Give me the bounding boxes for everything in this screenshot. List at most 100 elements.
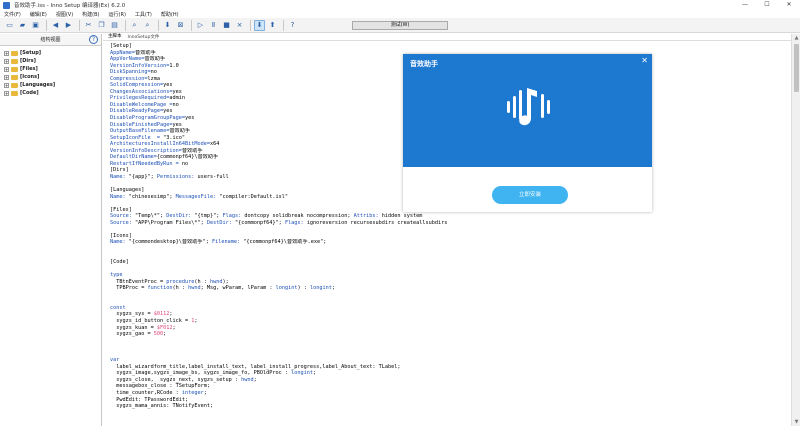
redo-icon[interactable]: ▶ <box>63 20 74 31</box>
close-icon[interactable]: ✕ <box>641 56 648 65</box>
toolbar-separator <box>158 19 159 31</box>
menu-view[interactable]: 视图(V) <box>56 11 73 18</box>
menu-edit[interactable]: 编辑(E) <box>30 11 47 18</box>
code-token: hidden system <box>381 213 423 220</box>
code-token: Compression= <box>110 75 148 82</box>
code-line[interactable]: sygzs_mama_annis: TNotifyEvent; <box>110 403 786 410</box>
code-token: sygzs_gao = <box>110 331 154 338</box>
code-token: ; <box>203 389 207 396</box>
code-token: "Temp\*"; <box>135 213 167 220</box>
code-token: $F012 <box>156 324 173 331</box>
terminate-icon[interactable]: ⨯ <box>234 20 245 31</box>
cut-icon[interactable]: ✂ <box>83 20 94 31</box>
code-token: no <box>172 101 179 108</box>
code-token: $0112 <box>153 311 170 318</box>
question-icon[interactable]: ? <box>89 35 98 44</box>
copy-icon[interactable]: ❐ <box>96 20 107 31</box>
vertical-scrollbar[interactable]: ▲ ▼ <box>791 34 800 426</box>
menu-run[interactable]: 运行(R) <box>109 11 126 18</box>
code-token: Name: <box>110 173 129 180</box>
pause-icon[interactable]: Ⅱ <box>208 20 219 31</box>
stop-compile-icon[interactable]: ⊠ <box>175 20 186 31</box>
stop-icon[interactable]: ■ <box>221 20 232 31</box>
code-token: sygzs_image,sygzs_image_bs, sygzs_image_… <box>110 370 292 377</box>
scroll-up-icon[interactable]: ▲ <box>792 34 800 42</box>
expand-icon[interactable]: + <box>4 74 9 80</box>
paste-icon[interactable]: ▤ <box>109 20 120 31</box>
undo-icon[interactable]: ◀ <box>50 20 61 31</box>
code-token: "{commondesktop}\音效助手"; <box>128 239 212 246</box>
tree-item-label: [Icons] <box>20 74 40 80</box>
code-token: sygzs_mama_annis: TNotifyEvent; <box>110 403 214 410</box>
window-controls: — ☐ ✕ <box>734 0 800 10</box>
close-window-button[interactable]: ✕ <box>778 0 800 10</box>
scroll-down-icon[interactable]: ▼ <box>792 418 800 426</box>
code-token: Flags: <box>284 219 307 226</box>
code-token: DisableWelcomePage = <box>110 101 173 108</box>
code-token: ArchitecturesInstallIn64BitMode= <box>110 141 210 148</box>
expand-icon[interactable]: + <box>4 58 9 64</box>
tree-item-files[interactable]: + [Files] <box>4 65 101 73</box>
code-token: DiskSpanning= <box>110 69 151 76</box>
expand-icon[interactable]: + <box>4 82 9 88</box>
compile-icon[interactable]: ⬇ <box>162 20 173 31</box>
tree-item-icons[interactable]: + [Icons] <box>4 73 101 81</box>
tree-item-code[interactable]: + [Code] <box>4 89 101 97</box>
code-token: 500 <box>153 331 164 338</box>
expand-icon[interactable]: + <box>4 66 9 72</box>
code-token: "chinesesimp"; <box>128 193 176 200</box>
menu-tools[interactable]: 工具(T) <box>135 11 152 18</box>
install-now-button[interactable]: 立即安装 <box>492 186 568 204</box>
title-bar: 音效助手.iss - Inno Setup 编译器(Ex) 6.2.0 — ☐ … <box>0 0 800 10</box>
replace-icon[interactable]: ⌕ <box>142 20 153 31</box>
minimize-button[interactable]: — <box>734 0 756 10</box>
wizard-icon[interactable]: ⬇ <box>254 19 265 31</box>
code-token: (h : <box>194 278 210 285</box>
code-token: [Icons] <box>110 232 132 239</box>
run-icon[interactable]: ▷ <box>195 20 206 31</box>
toolbar: ▭ ▰ ▣ ◀ ▶ ✂ ❐ ▤ ⌕ ⌕ ⬇ ⊠ ▷ Ⅱ ■ ⨯ ⬇ ⬆ ? 测试… <box>0 18 800 33</box>
scrollbar-thumb[interactable] <box>794 44 799 92</box>
tree-item-dirs[interactable]: + [Dirs] <box>4 57 101 65</box>
code-token: "{commonpf64}\音效助手.exe"; <box>243 239 327 246</box>
tab-main-script[interactable]: 主脚本 <box>105 33 125 40</box>
code-token: ; <box>172 324 176 331</box>
code-token: var <box>110 357 120 364</box>
music-note-icon <box>507 88 550 126</box>
code-token: yes <box>184 115 195 122</box>
menu-build[interactable]: 构建(B) <box>82 11 99 18</box>
expand-icon[interactable]: + <box>4 90 9 96</box>
tree-item-label: [Files] <box>20 66 38 72</box>
save-icon[interactable]: ▣ <box>30 20 41 31</box>
code-token: 音效助手 <box>135 49 156 56</box>
code-token: Source: <box>110 219 135 226</box>
test-button[interactable]: 测试(W) <box>352 21 448 30</box>
code-token: yes <box>172 88 182 95</box>
new-file-icon[interactable]: ▭ <box>4 20 15 31</box>
tree-item-setup[interactable]: + [Setup] <box>4 49 101 57</box>
code-token: procedure <box>166 278 195 285</box>
tree-item-languages[interactable]: + [Languages] <box>4 81 101 89</box>
code-token: time_counter,RCode : <box>110 389 182 396</box>
tab-innosetup-file[interactable]: InnoSetup文件 <box>125 34 163 40</box>
find-icon[interactable]: ⌕ <box>129 20 140 31</box>
tree-item-label: [Dirs] <box>20 58 36 64</box>
upload-icon[interactable]: ⬆ <box>267 20 278 31</box>
menu-file[interactable]: 文件(F) <box>4 11 21 18</box>
menu-help[interactable]: 帮助(H) <box>161 11 179 18</box>
code-token: longint <box>309 285 332 292</box>
code-token: RestartIfNeededByRun = <box>110 160 182 167</box>
open-folder-icon[interactable]: ▰ <box>17 20 28 31</box>
code-token: no <box>150 69 157 76</box>
code-token: ignoreversion recursesubdirs createallsu… <box>306 219 448 226</box>
code-token: ; <box>331 285 335 292</box>
editor-tabs: 主脚本 InnoSetup文件 <box>103 34 791 41</box>
help-icon[interactable]: ? <box>287 20 298 31</box>
code-token: "3.ico" <box>163 134 185 141</box>
code-token: VersionInfoDescription= <box>110 147 182 154</box>
window-title: 音效助手.iss - Inno Setup 编译器(Ex) 6.2.0 <box>14 3 126 9</box>
code-token: Name: <box>110 193 129 200</box>
maximize-button[interactable]: ☐ <box>756 0 778 10</box>
expand-icon[interactable]: + <box>4 50 9 56</box>
code-token: 音效助手 <box>169 128 191 135</box>
